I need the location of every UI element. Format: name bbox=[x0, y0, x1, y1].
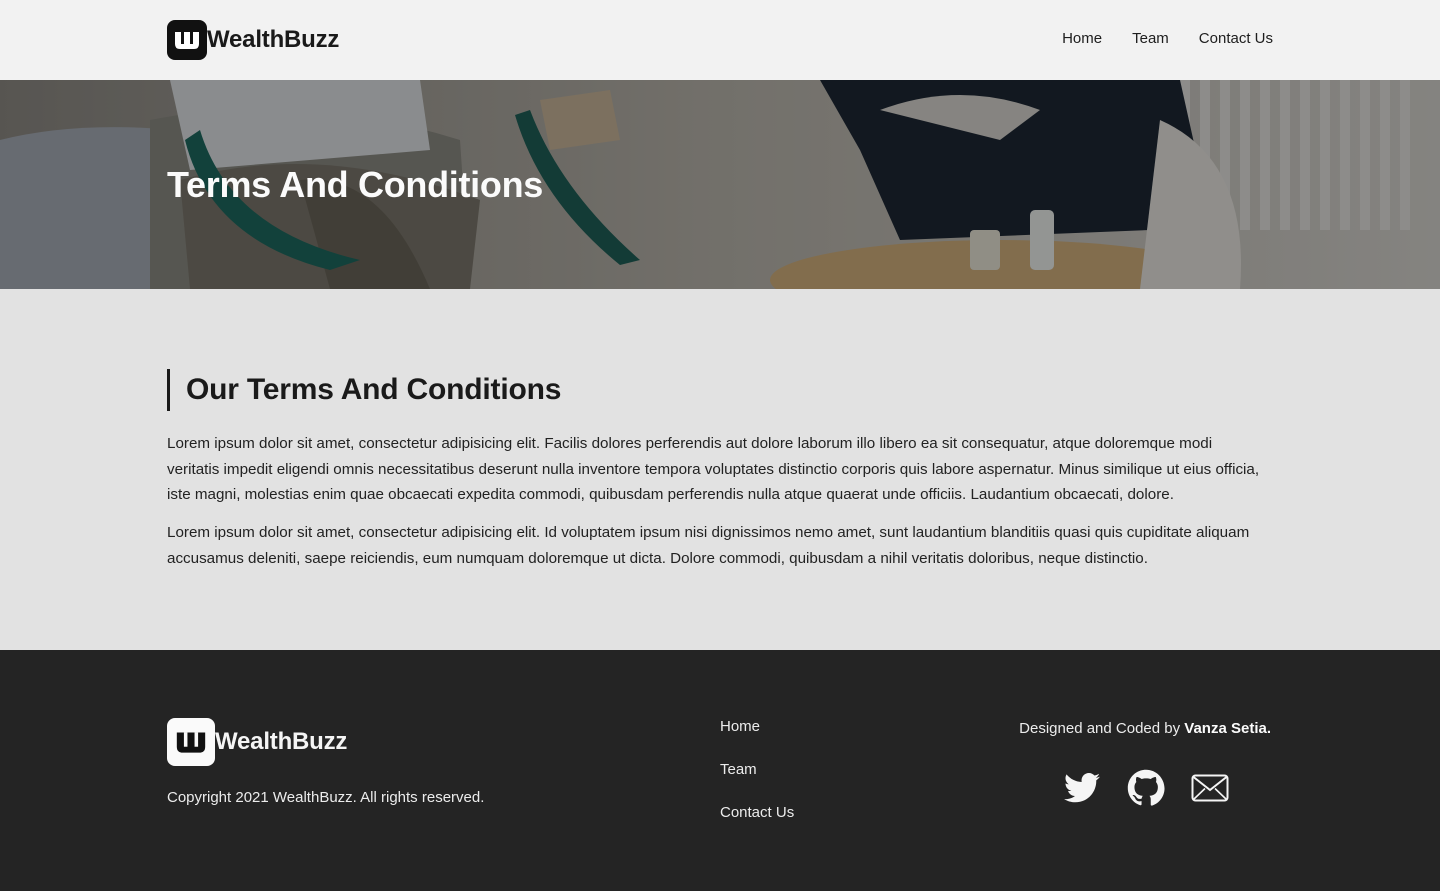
terms-content: Our Terms And Conditions Lorem ipsum dol… bbox=[0, 289, 1440, 650]
header-logo-link[interactable]: WealthBuzz bbox=[167, 20, 339, 60]
footer-home-link[interactable]: Home bbox=[720, 716, 794, 737]
nav-home-link[interactable]: Home bbox=[1062, 30, 1102, 47]
terms-paragraph-1: Lorem ipsum dolor sit amet, consectetur … bbox=[167, 435, 1260, 503]
credit-prefix: Designed and Coded by bbox=[1019, 720, 1181, 737]
hero-banner: Terms And Conditions bbox=[0, 80, 1440, 289]
credit-author[interactable]: Vanza Setia. bbox=[1184, 720, 1271, 737]
site-header: WealthBuzz Home Team Contact Us bbox=[0, 0, 1440, 80]
nav-contact-link[interactable]: Contact Us bbox=[1199, 30, 1273, 47]
footer-team-link[interactable]: Team bbox=[720, 759, 794, 780]
copyright-text: Copyright 2021 WealthBuzz. All rights re… bbox=[167, 789, 485, 806]
footer-contact-link[interactable]: Contact Us bbox=[720, 802, 794, 823]
footer-logo-link[interactable]: WealthBuzz bbox=[167, 718, 347, 766]
hero-title: Terms And Conditions bbox=[167, 164, 543, 205]
mail-icon[interactable] bbox=[1190, 768, 1230, 808]
section-heading-wrap: Our Terms And Conditions bbox=[167, 369, 561, 411]
nav-team-link[interactable]: Team bbox=[1132, 30, 1169, 47]
designer-credit: Designed and Coded by Vanza Setia. bbox=[1019, 720, 1271, 737]
footer-brand-name: WealthBuzz bbox=[215, 728, 348, 755]
twitter-icon[interactable] bbox=[1062, 768, 1102, 808]
site-footer: WealthBuzz Copyright 2021 WealthBuzz. Al… bbox=[0, 650, 1440, 891]
section-heading: Our Terms And Conditions bbox=[186, 373, 562, 406]
terms-paragraph-2: Lorem ipsum dolor sit amet, consectetur … bbox=[167, 524, 1250, 567]
wealthbuzz-logo-icon bbox=[167, 20, 207, 60]
main-nav: Home Team Contact Us bbox=[1062, 30, 1273, 47]
wealthbuzz-logo-icon bbox=[167, 718, 215, 766]
header-brand-name: WealthBuzz bbox=[207, 26, 340, 53]
social-links bbox=[1062, 768, 1230, 808]
footer-nav: Home Team Contact Us bbox=[720, 716, 794, 823]
github-icon[interactable] bbox=[1126, 768, 1166, 808]
